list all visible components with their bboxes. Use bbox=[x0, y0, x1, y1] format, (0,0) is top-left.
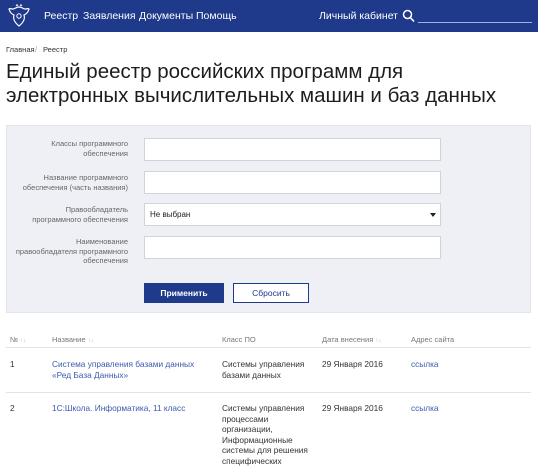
reset-button[interactable]: Сбросить bbox=[233, 283, 309, 303]
software-class-input[interactable] bbox=[144, 138, 441, 161]
row-1-number: 1 bbox=[10, 359, 15, 369]
table-header-divider bbox=[6, 347, 531, 348]
column-header-class: Класс ПО bbox=[222, 335, 256, 344]
software-name-label: Название программного обеспечения (часть … bbox=[22, 173, 128, 192]
breadcrumb-current: Реестр bbox=[43, 45, 68, 54]
sort-icon[interactable]: ↑↓ bbox=[88, 338, 94, 344]
row-1-name-link[interactable]: Система управления базами данных «Ред Баз… bbox=[52, 359, 194, 380]
owner-name-input[interactable] bbox=[144, 236, 441, 259]
breadcrumb-separator: / bbox=[35, 45, 38, 54]
owner-select-value: Не выбран bbox=[150, 210, 191, 219]
column-header-name[interactable]: Название ↑↓ bbox=[52, 335, 94, 344]
software-name-input[interactable] bbox=[144, 171, 441, 194]
row-1-site-link[interactable]: ссылка bbox=[411, 359, 439, 370]
chevron-down-icon bbox=[430, 213, 436, 217]
table-row-divider bbox=[6, 392, 531, 393]
personal-account-link[interactable]: Личный кабинет bbox=[319, 0, 398, 32]
apply-button[interactable]: Применить bbox=[144, 283, 224, 303]
search-input[interactable] bbox=[418, 9, 532, 23]
owner-name-label: Наименование правообладателя программного… bbox=[15, 237, 128, 265]
search-icon[interactable] bbox=[402, 9, 415, 23]
column-header-site: Адрес сайта bbox=[411, 335, 455, 344]
breadcrumb-home[interactable]: Главная bbox=[6, 45, 35, 54]
nav-help[interactable]: Помощь bbox=[196, 0, 237, 32]
top-navbar: Реестр Заявления Документы Помощь Личный… bbox=[0, 0, 538, 32]
row-2-class: Системы управления процессами организаци… bbox=[222, 403, 308, 466]
nav-applications[interactable]: Заявления bbox=[83, 0, 136, 32]
sort-icon[interactable]: ↑↓ bbox=[20, 338, 26, 344]
row-2-date: 29 Января 2016 bbox=[322, 403, 383, 413]
row-2-site-link[interactable]: ссылка bbox=[411, 403, 439, 414]
owner-select[interactable]: Не выбран bbox=[144, 203, 441, 226]
row-2-number: 2 bbox=[10, 403, 15, 413]
row-1-class: Системы управления базами данных bbox=[222, 359, 305, 380]
column-header-date[interactable]: Дата внесения ↑↓ bbox=[322, 335, 381, 344]
nav-registry[interactable]: Реестр bbox=[44, 0, 78, 32]
nav-documents[interactable]: Документы bbox=[139, 0, 193, 32]
owner-label: Правообладатель программного обеспечения bbox=[32, 205, 128, 224]
sort-icon[interactable]: ↑↓ bbox=[375, 338, 381, 344]
column-header-number[interactable]: № ↑↓ bbox=[10, 335, 26, 344]
page-title: Единый реестр российских программ для эл… bbox=[6, 60, 497, 107]
row-1-date: 29 Января 2016 bbox=[322, 359, 383, 369]
row-2-name-link[interactable]: 1С:Школа. Информатика, 11 класс bbox=[52, 403, 185, 414]
software-class-label: Классы программного обеспечения bbox=[51, 139, 128, 158]
coat-of-arms-icon[interactable] bbox=[8, 4, 30, 28]
